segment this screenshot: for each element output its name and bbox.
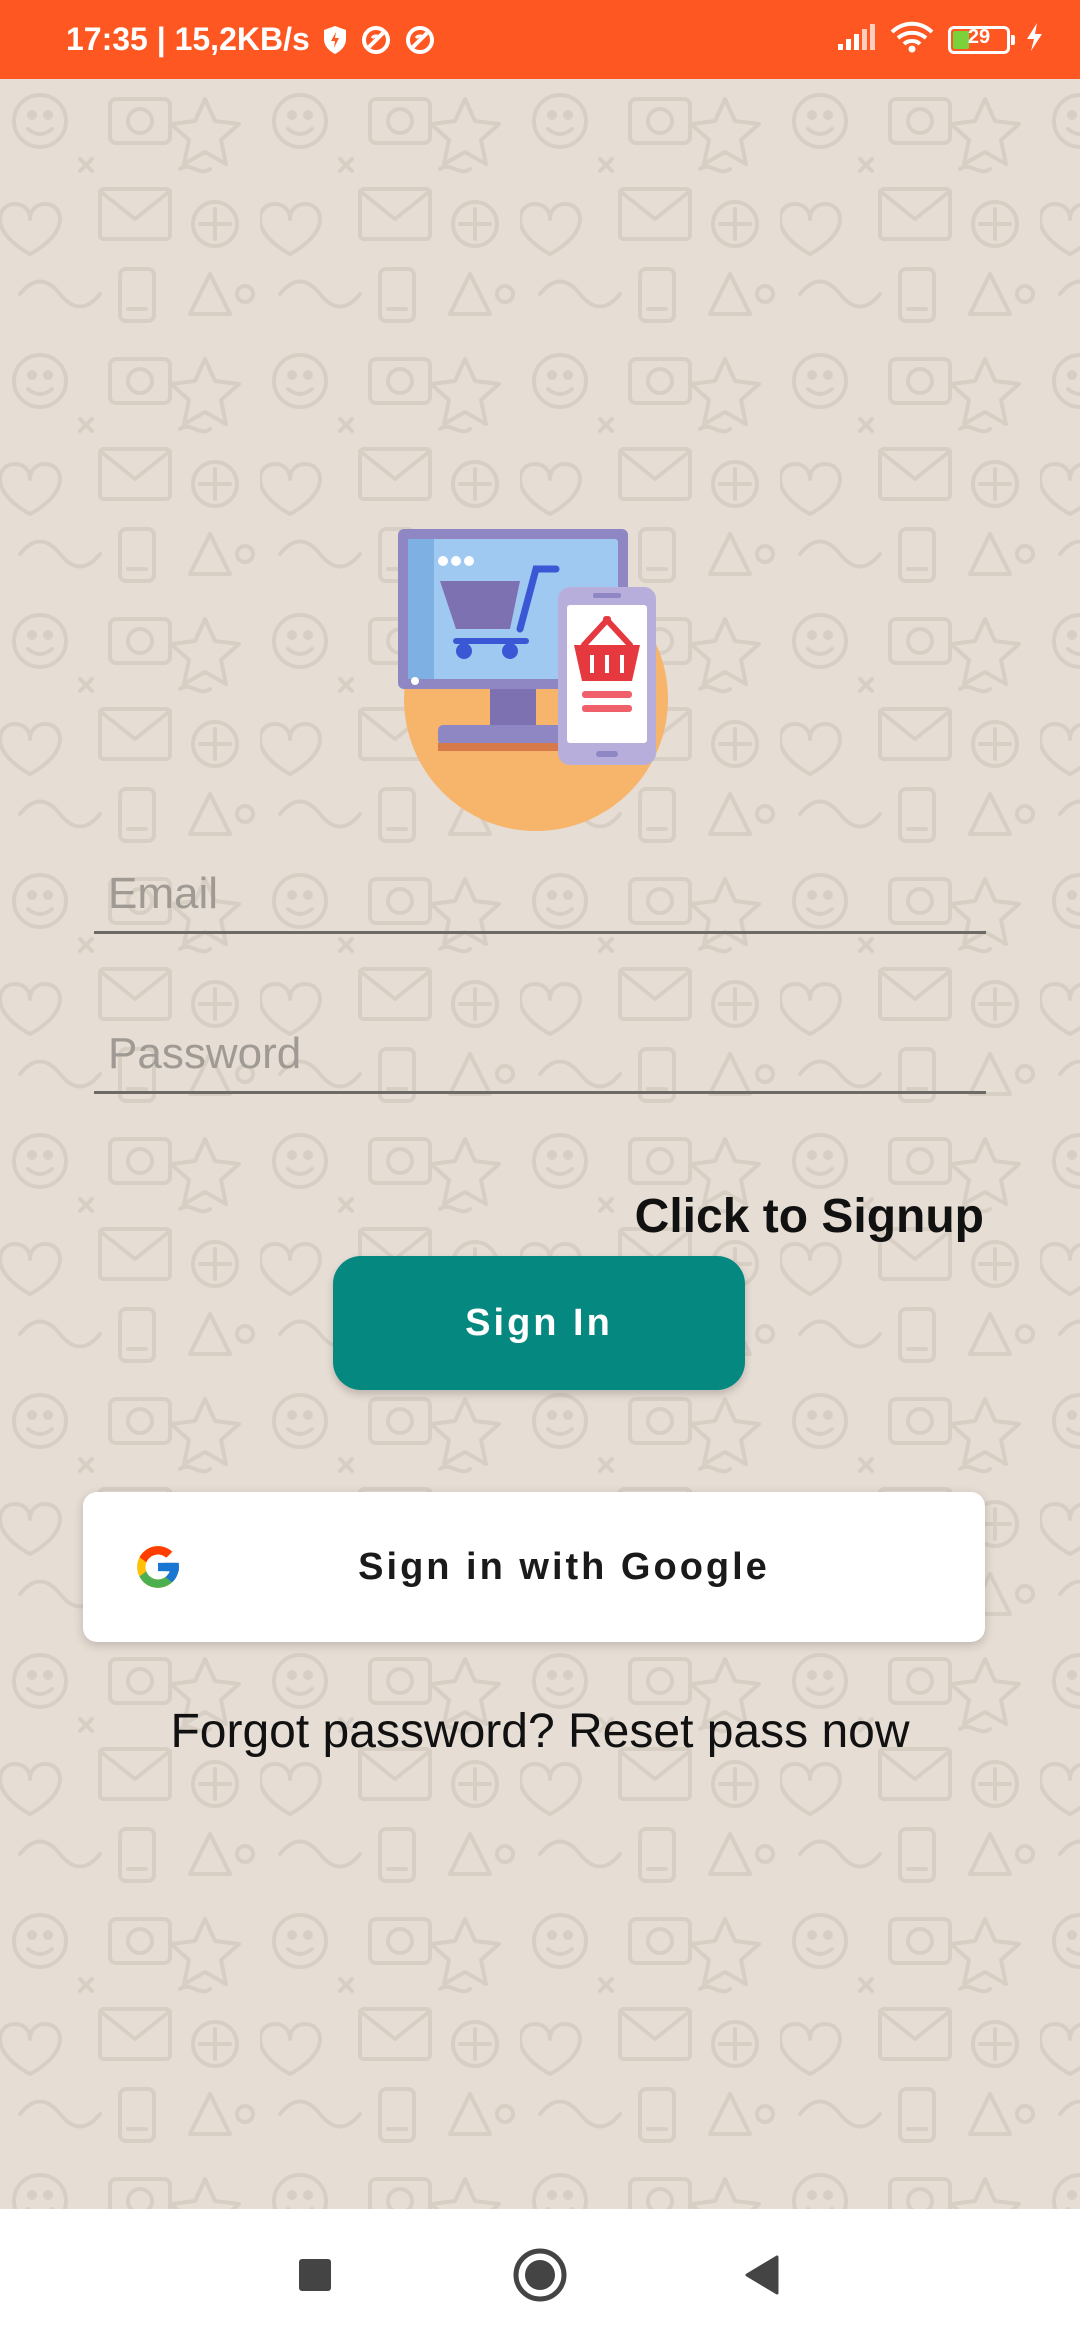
battery-icon: 29 <box>948 25 1015 54</box>
forgot-password-link[interactable]: Forgot password? Reset pass now <box>0 1704 1080 1759</box>
email-input[interactable] <box>108 869 968 919</box>
password-input[interactable] <box>108 1029 968 1079</box>
login-screen: Click to Signup Sign In Sign in with Goo… <box>0 79 1080 2209</box>
status-left: 17:35 | 15,2KB/s <box>66 0 436 79</box>
signup-link[interactable]: Click to Signup <box>635 1189 984 1244</box>
charging-icon <box>1024 22 1044 57</box>
email-field[interactable] <box>94 854 986 934</box>
home-circle-icon[interactable] <box>502 2237 578 2313</box>
doodle-background <box>0 79 1080 2209</box>
google-sign-in-label: Sign in with Google <box>358 1545 770 1588</box>
google-sign-in-button[interactable]: Sign in with Google <box>83 1492 985 1642</box>
signal-icon <box>836 22 876 57</box>
wifi-icon <box>890 21 934 58</box>
time-speed-text: 17:35 | 15,2KB/s <box>66 21 310 57</box>
shopping-illustration <box>398 529 668 831</box>
status-bar: 17:35 | 15,2KB/s 29 <box>0 0 1080 79</box>
shield-icon <box>322 25 348 55</box>
navigation-bar <box>0 2209 1080 2340</box>
sign-in-button[interactable]: Sign In <box>333 1256 745 1390</box>
password-field[interactable] <box>94 1014 986 1094</box>
battery-level: 29 <box>967 25 991 48</box>
status-right: 29 <box>836 0 1044 79</box>
back-triangle-icon[interactable] <box>724 2237 800 2313</box>
recents-square-icon[interactable] <box>277 2237 353 2313</box>
blocked-icon <box>404 24 436 56</box>
blocked-icon <box>360 24 392 56</box>
